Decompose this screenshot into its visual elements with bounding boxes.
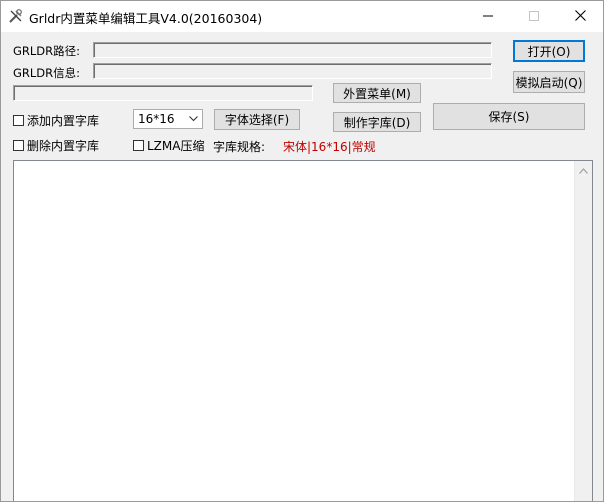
external-menu-button[interactable]: 外置菜单(M) (333, 83, 421, 103)
chevron-down-icon (184, 110, 202, 128)
delete-builtin-font-label: 删除内置字库 (27, 139, 100, 153)
scroll-up-button[interactable] (575, 161, 592, 178)
make-font-lib-button[interactable]: 制作字库(D) (333, 112, 421, 132)
font-size-select[interactable]: 16*16 (133, 109, 203, 129)
add-builtin-font-checkbox[interactable]: 添加内置字库 (13, 112, 99, 129)
tools-icon (8, 8, 24, 24)
add-builtin-font-label: 添加内置字库 (27, 114, 100, 128)
vertical-scrollbar[interactable] (574, 161, 592, 501)
minimize-button[interactable] (465, 1, 511, 32)
checkbox-box[interactable] (13, 140, 24, 151)
checkbox-box[interactable] (13, 115, 24, 126)
grldr-path-field[interactable] (93, 42, 492, 58)
minimize-icon (483, 10, 493, 24)
lzma-compress-checkbox[interactable]: LZMA压缩 (133, 137, 204, 154)
main-window: Grldr内置菜单编辑工具V4.0(20160304) GRLDR路径: 打开(… (0, 0, 604, 502)
lzma-compress-label: LZMA压缩 (147, 139, 205, 153)
maximize-icon (529, 10, 539, 24)
menu-editor-textarea[interactable] (13, 160, 593, 501)
window-title: Grldr内置菜单编辑工具V4.0(20160304) (29, 11, 263, 26)
grldr-info-field[interactable] (93, 63, 492, 79)
grldr-info-label: GRLDR信息: (13, 66, 81, 80)
font-select-button[interactable]: 字体选择(F) (214, 109, 300, 130)
close-button[interactable] (557, 1, 603, 32)
title-bar[interactable]: Grldr内置菜单编辑工具V4.0(20160304) (1, 1, 603, 32)
simulate-boot-button[interactable]: 模拟启动(Q) (513, 71, 585, 93)
maximize-button[interactable] (511, 1, 557, 32)
grldr-path-label: GRLDR路径: (13, 44, 81, 58)
font-spec-label: 字库规格: (213, 140, 266, 154)
close-icon (574, 9, 586, 24)
font-size-value: 16*16 (138, 112, 175, 126)
checkbox-box[interactable] (133, 140, 144, 151)
font-spec-value: 宋体|16*16|常规 (283, 140, 376, 154)
external-menu-field[interactable] (13, 85, 313, 101)
save-button[interactable]: 保存(S) (433, 103, 585, 130)
delete-builtin-font-checkbox[interactable]: 删除内置字库 (13, 137, 99, 154)
open-button[interactable]: 打开(O) (513, 40, 585, 62)
scroll-up-arrow-icon (579, 163, 588, 177)
